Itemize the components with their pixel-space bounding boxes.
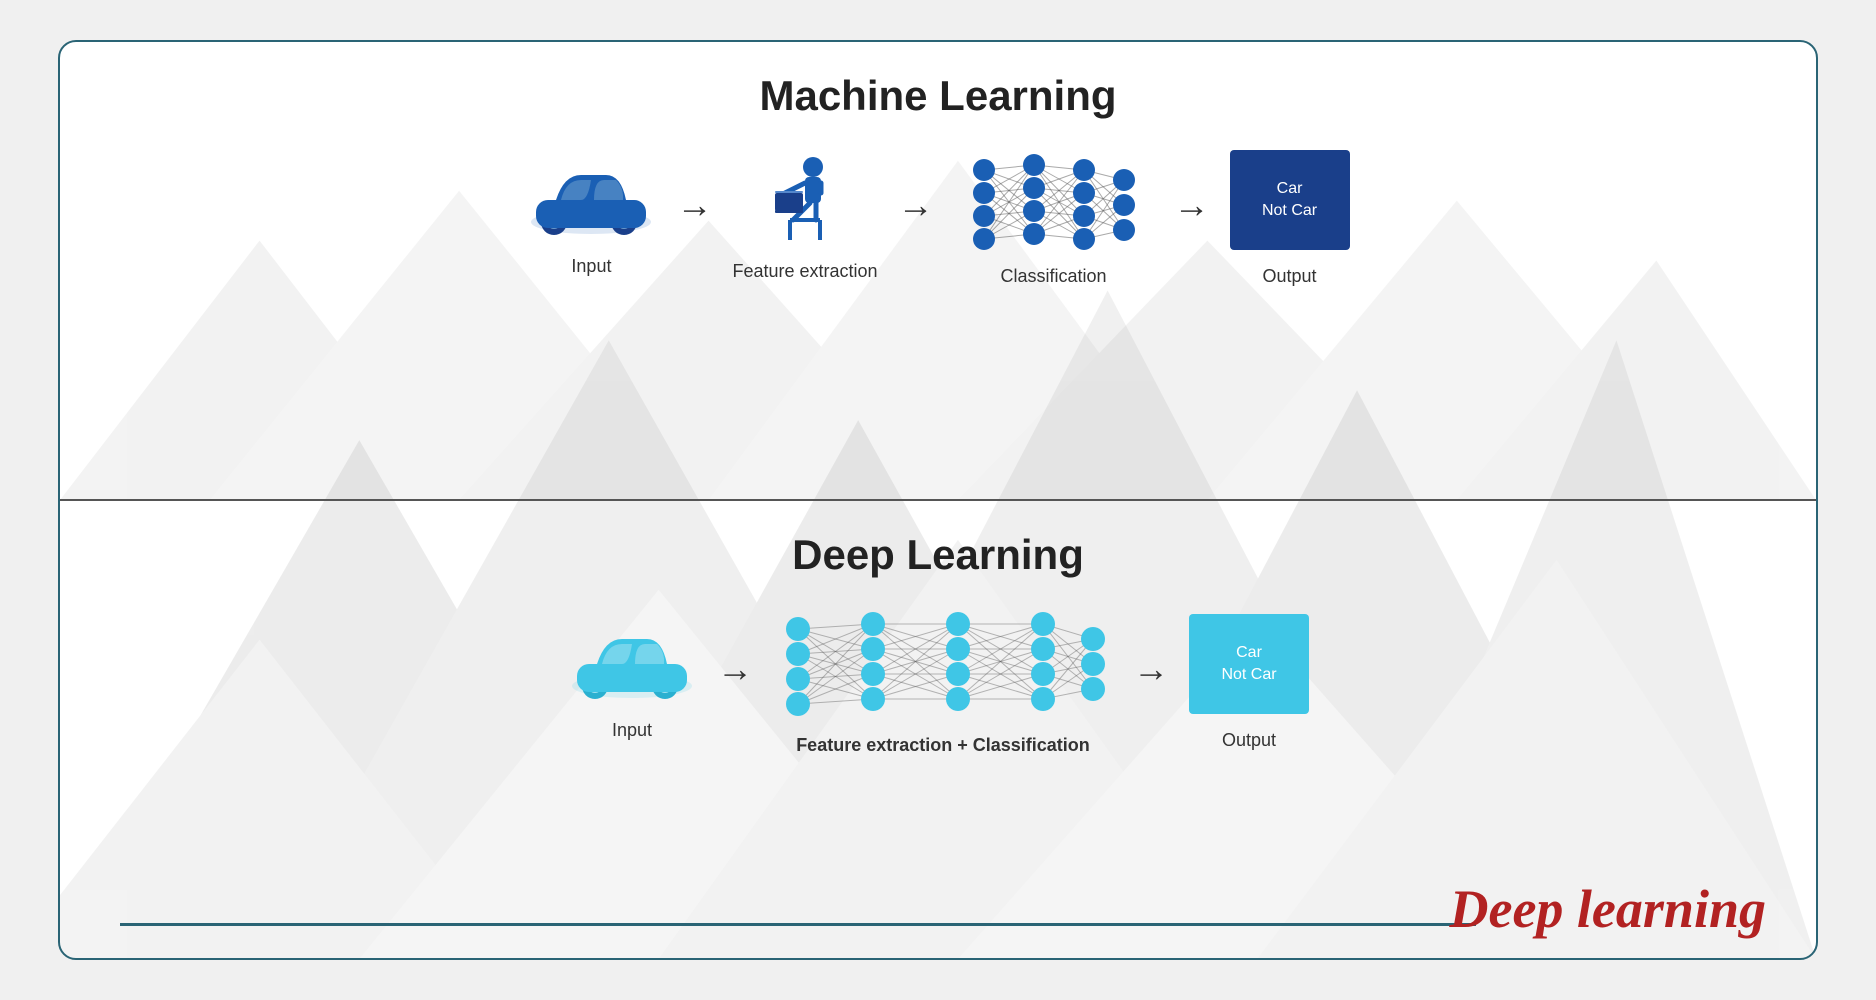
ml-title: Machine Learning bbox=[759, 72, 1116, 120]
ml-input-item: Input bbox=[526, 160, 656, 277]
ml-feature-label: Feature extraction bbox=[732, 261, 877, 282]
ml-output-label: Output bbox=[1263, 266, 1317, 287]
dl-nn-item: Feature extraction + Classification bbox=[773, 609, 1113, 756]
ml-input-label: Input bbox=[571, 256, 611, 277]
ml-arrow-3: → bbox=[1174, 184, 1210, 226]
main-container: Machine Learning bbox=[58, 40, 1818, 960]
ml-feature-item: Feature extraction bbox=[732, 155, 877, 282]
ml-nn-wrapper bbox=[954, 150, 1154, 250]
dl-section: Deep Learning Input bbox=[60, 501, 1816, 958]
ml-output-car: Car bbox=[1277, 180, 1303, 198]
dl-flow-row: Input → bbox=[567, 609, 1309, 756]
ml-output-item: Car Not Car Output bbox=[1230, 150, 1350, 287]
dl-output-box: Car Not Car bbox=[1189, 614, 1309, 714]
dl-output-car: Car bbox=[1236, 644, 1262, 662]
dl-car-icon bbox=[567, 624, 697, 704]
ml-output-box: Car Not Car bbox=[1230, 150, 1350, 250]
dl-input-item: Input bbox=[567, 624, 697, 741]
dl-nn-wrapper bbox=[773, 609, 1113, 719]
ml-car-icon bbox=[526, 160, 656, 240]
dl-arrow-1: → bbox=[717, 648, 753, 690]
dl-output-not-car: Not Car bbox=[1221, 666, 1276, 684]
dl-nn-svg bbox=[773, 609, 1113, 719]
dl-output-label: Output bbox=[1222, 730, 1276, 751]
ml-output-not-car: Not Car bbox=[1262, 202, 1317, 220]
ml-classification-label: Classification bbox=[1001, 266, 1107, 287]
ml-classification-item: Classification bbox=[954, 150, 1154, 287]
dl-title: Deep Learning bbox=[792, 531, 1084, 579]
ml-arrow-2: → bbox=[898, 184, 934, 226]
dl-output-item: Car Not Car Output bbox=[1189, 614, 1309, 751]
dl-input-label: Input bbox=[612, 720, 652, 741]
ml-section: Machine Learning bbox=[60, 42, 1816, 501]
dl-combined-label: Feature extraction + Classification bbox=[796, 735, 1090, 756]
ml-arrow-1: → bbox=[676, 184, 712, 226]
ml-flow-row: Input → bbox=[526, 150, 1349, 287]
dl-arrow-2: → bbox=[1133, 648, 1169, 690]
ml-feature-icon bbox=[755, 155, 855, 245]
ml-nn-svg bbox=[954, 150, 1154, 250]
content-wrapper: Machine Learning bbox=[60, 42, 1816, 958]
